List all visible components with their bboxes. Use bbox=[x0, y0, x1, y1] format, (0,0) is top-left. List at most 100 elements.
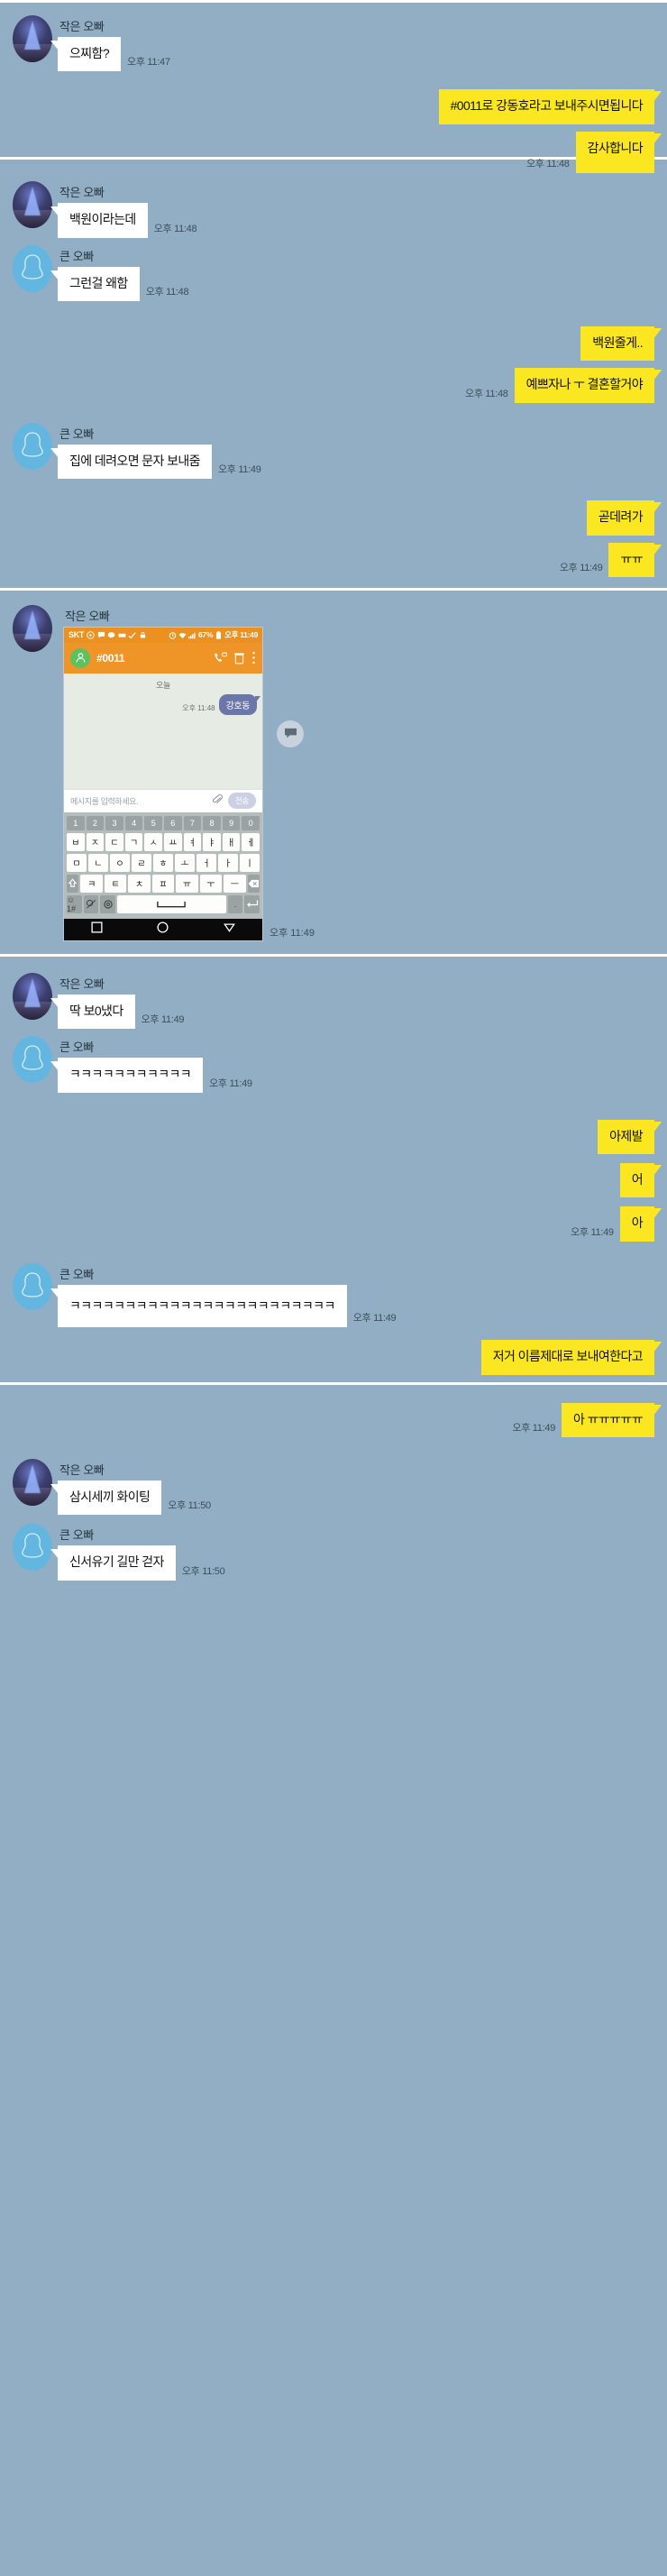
settings-gear-icon[interactable] bbox=[100, 894, 115, 913]
message-bubble[interactable]: ㅋㅋㅋㅋㅋㅋㅋㅋㅋㅋㅋ bbox=[50, 1058, 204, 1093]
person-silhouette-icon bbox=[22, 253, 43, 280]
avatar[interactable] bbox=[13, 1262, 52, 1310]
number-key-0[interactable]: 0 bbox=[242, 815, 260, 830]
back-triangle-icon[interactable] bbox=[223, 921, 235, 938]
emoji-symbols-key[interactable]: ☺1# bbox=[67, 894, 82, 913]
avatar[interactable] bbox=[13, 1036, 52, 1084]
message-bubble[interactable]: 저거 이름제대로 보내여한다고 bbox=[480, 1340, 662, 1375]
recents-square-icon[interactable] bbox=[91, 921, 103, 938]
battery-percent-label: 67% bbox=[198, 630, 214, 640]
hangul-key-ㅋ[interactable]: ㅋ bbox=[80, 874, 103, 893]
avatar[interactable] bbox=[13, 422, 52, 470]
avatar[interactable] bbox=[13, 604, 52, 652]
period-key[interactable]: . bbox=[227, 894, 243, 913]
space-key[interactable] bbox=[116, 894, 226, 913]
message-input[interactable]: 메시지를 입력하세요. bbox=[70, 795, 207, 807]
hangul-key-ㅡ[interactable]: ㅡ bbox=[224, 874, 246, 893]
hangul-key-ㄴ[interactable]: ㄴ bbox=[88, 853, 108, 872]
alarm-icon bbox=[169, 632, 177, 639]
hangul-key-ㄷ[interactable]: ㄷ bbox=[105, 832, 123, 851]
number-key-3[interactable]: 3 bbox=[105, 815, 123, 830]
keyboard-row-numbers: 1234567890 bbox=[67, 815, 260, 830]
shift-key[interactable] bbox=[67, 874, 79, 893]
message-bubble[interactable]: 으찌함? bbox=[50, 37, 122, 72]
hangul-key-ㅔ[interactable]: ㅔ bbox=[242, 832, 260, 851]
person-silhouette-icon bbox=[22, 432, 43, 457]
message-time: 오후 11:49 bbox=[352, 1313, 397, 1325]
message-bubble[interactable]: 딱 보0냈다 bbox=[50, 994, 135, 1030]
avatar[interactable] bbox=[13, 181, 52, 229]
number-key-2[interactable]: 2 bbox=[86, 815, 105, 830]
message-bubble[interactable]: 백원이라는데 bbox=[50, 203, 148, 238]
message-bubble[interactable]: 감사합니다 bbox=[575, 131, 662, 174]
number-key-6[interactable]: 6 bbox=[164, 815, 182, 830]
avatar[interactable] bbox=[13, 972, 52, 1020]
play-circle-icon bbox=[87, 631, 95, 639]
floating-chat-bubble-icon[interactable] bbox=[277, 720, 304, 747]
keyboard-row-3: ㅋㅌㅊㅍㅠㅜㅡ bbox=[67, 874, 260, 893]
avatar[interactable] bbox=[13, 15, 52, 62]
hangul-key-ㅐ[interactable]: ㅐ bbox=[222, 832, 241, 851]
message-time: 오후 11:48 bbox=[145, 286, 189, 298]
message-bubble[interactable]: 예쁘자나 ㅜ 결혼할거야 bbox=[514, 368, 662, 403]
number-key-8[interactable]: 8 bbox=[203, 815, 221, 830]
enter-key[interactable] bbox=[244, 894, 260, 913]
message-bubble[interactable]: 집에 데려오면 문자 보내줌 bbox=[50, 444, 212, 480]
sender-name: 큰 오빠 bbox=[59, 426, 94, 441]
attached-phone-screenshot[interactable]: SKT 67% 오후 11:49 #0011 오늘 오후 11:48 강호동 메… bbox=[63, 626, 304, 941]
avatar[interactable] bbox=[13, 244, 52, 292]
hangul-key-ㅓ[interactable]: ㅓ bbox=[196, 853, 216, 872]
home-circle-icon[interactable] bbox=[157, 921, 169, 938]
hangul-key-ㅠ[interactable]: ㅠ bbox=[176, 874, 198, 893]
message-bubble[interactable]: 곧데려가 bbox=[586, 500, 662, 536]
emoji-slash-key[interactable] bbox=[83, 894, 99, 913]
keyboard-icon bbox=[118, 633, 126, 637]
number-key-9[interactable]: 9 bbox=[222, 815, 241, 830]
hangul-key-ㅈ[interactable]: ㅈ bbox=[86, 832, 105, 851]
number-key-1[interactable]: 1 bbox=[67, 815, 85, 830]
message-bubble[interactable]: 아 ㅠㅠㅠㅠㅠ bbox=[562, 1402, 662, 1438]
message-bubble[interactable]: 아 bbox=[619, 1206, 662, 1242]
message-bubble[interactable]: #0011로 강동호라고 보내주시면됩니다 bbox=[438, 89, 662, 124]
hangul-key-ㅜ[interactable]: ㅜ bbox=[199, 874, 223, 893]
hangul-key-ㅗ[interactable]: ㅗ bbox=[175, 853, 195, 872]
message-bubble[interactable]: 어 bbox=[619, 1163, 662, 1198]
message-bubble[interactable]: ㅠㅠ bbox=[608, 542, 662, 577]
message-bubble[interactable]: 백원줄게.. bbox=[580, 325, 662, 362]
hangul-key-ㄱ[interactable]: ㄱ bbox=[124, 832, 143, 851]
hangul-key-ㄹ[interactable]: ㄹ bbox=[132, 853, 151, 872]
backspace-key[interactable] bbox=[247, 874, 260, 893]
number-key-7[interactable]: 7 bbox=[183, 815, 202, 830]
send-button[interactable]: 전송 bbox=[227, 793, 256, 810]
message-bubble[interactable]: 신서유기 길만 걷자 bbox=[50, 1545, 176, 1581]
number-key-5[interactable]: 5 bbox=[144, 815, 162, 830]
message-bubble[interactable]: 아제발 bbox=[598, 1119, 662, 1155]
sender-name: 큰 오빠 bbox=[59, 1267, 94, 1281]
hangul-key-ㅅ[interactable]: ㅅ bbox=[144, 832, 162, 851]
contact-avatar-icon[interactable] bbox=[70, 647, 90, 668]
avatar[interactable] bbox=[13, 1459, 52, 1507]
hangul-key-ㅇ[interactable]: ㅇ bbox=[110, 853, 130, 872]
avatar[interactable] bbox=[13, 1524, 52, 1572]
message-bubble[interactable]: 삼시세끼 화이팅 bbox=[50, 1481, 162, 1516]
hangul-key-ㅎ[interactable]: ㅎ bbox=[153, 853, 173, 872]
message-bubble[interactable]: ㅋㅋㅋㅋㅋㅋㅋㅋㅋㅋㅋㅋㅋㅋㅋㅋㅋㅋㅋㅋㅋㅋㅋㅋ bbox=[50, 1284, 347, 1328]
overflow-menu-icon[interactable] bbox=[251, 651, 256, 665]
hangul-key-ㅌ[interactable]: ㅌ bbox=[104, 874, 127, 893]
hangul-key-ㅂ[interactable]: ㅂ bbox=[67, 832, 85, 851]
hangul-key-ㅊ[interactable]: ㅊ bbox=[128, 874, 151, 893]
hangul-key-ㅏ[interactable]: ㅏ bbox=[218, 853, 238, 872]
sender-name: 큰 오빠 bbox=[59, 249, 94, 263]
hangul-key-ㅍ[interactable]: ㅍ bbox=[151, 874, 175, 893]
hangul-key-ㅕ[interactable]: ㅕ bbox=[183, 832, 202, 851]
message-bubble[interactable]: 그런걸 왜함 bbox=[50, 266, 140, 301]
hangul-key-ㅣ[interactable]: ㅣ bbox=[240, 853, 260, 872]
hangul-key-ㅑ[interactable]: ㅑ bbox=[203, 832, 221, 851]
trash-icon[interactable] bbox=[233, 652, 245, 665]
number-key-4[interactable]: 4 bbox=[124, 815, 143, 830]
hangul-key-ㅛ[interactable]: ㅛ bbox=[164, 832, 182, 851]
sms-bubble[interactable]: 강호동 bbox=[218, 693, 261, 715]
video-call-icon[interactable] bbox=[214, 652, 227, 664]
hangul-key-ㅁ[interactable]: ㅁ bbox=[67, 853, 87, 872]
paperclip-icon[interactable] bbox=[212, 793, 224, 809]
